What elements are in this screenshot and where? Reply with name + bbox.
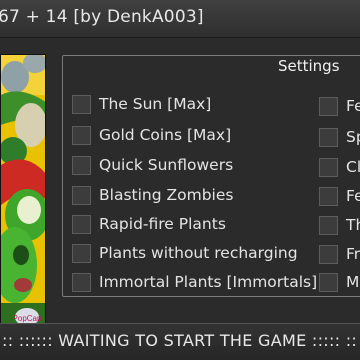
status-text: :: :::::: WAITING TO START THE GAME ::::… bbox=[2, 331, 358, 350]
checkbox[interactable] bbox=[319, 127, 338, 147]
option-immortal-plants[interactable]: Immortal Plants [Immortals] bbox=[72, 270, 317, 294]
checkbox[interactable] bbox=[319, 157, 338, 177]
checkbox[interactable] bbox=[72, 125, 91, 145]
checkbox[interactable] bbox=[72, 214, 91, 234]
option-label: Th bbox=[346, 216, 360, 234]
checkbox[interactable] bbox=[72, 272, 91, 292]
checkbox[interactable] bbox=[72, 243, 91, 263]
game-cover-image: PopCap bbox=[0, 54, 46, 336]
settings-title: Settings bbox=[275, 57, 343, 75]
checkbox[interactable] bbox=[319, 272, 338, 292]
option-quick-sunflowers[interactable]: Quick Sunflowers bbox=[72, 153, 233, 177]
option-right-6[interactable]: Fr bbox=[319, 242, 360, 266]
option-the-sun[interactable]: The Sun [Max] bbox=[72, 92, 211, 116]
option-right-5[interactable]: Th bbox=[319, 213, 360, 237]
option-label: Blasting Zombies bbox=[99, 186, 234, 204]
option-label: Fe bbox=[346, 97, 360, 115]
checkbox[interactable] bbox=[319, 96, 338, 116]
option-label: Immortal Plants [Immortals] bbox=[99, 273, 318, 291]
option-right-2[interactable]: Sp bbox=[319, 125, 360, 149]
status-bar: :: :::::: WAITING TO START THE GAME ::::… bbox=[0, 323, 360, 360]
checkbox[interactable] bbox=[72, 185, 91, 205]
option-label: The Sun [Max] bbox=[99, 95, 212, 113]
option-label: Sp bbox=[346, 128, 360, 146]
popcap-logo: PopCap bbox=[13, 314, 42, 323]
option-label: Fr bbox=[346, 245, 360, 263]
checkbox[interactable] bbox=[72, 155, 91, 175]
option-right-3[interactable]: Cl bbox=[319, 155, 360, 179]
option-rapid-fire-plants[interactable]: Rapid-fire Plants bbox=[72, 212, 226, 236]
option-label: Rapid-fire Plants bbox=[99, 215, 226, 233]
checkbox[interactable] bbox=[319, 215, 338, 235]
option-label: M bbox=[346, 273, 360, 291]
checkbox[interactable] bbox=[319, 244, 338, 264]
game-cover-art: PopCap bbox=[1, 55, 45, 335]
option-blasting-zombies[interactable]: Blasting Zombies bbox=[72, 183, 233, 207]
window-title: 67 + 14 [by DenkA003] bbox=[0, 7, 204, 27]
option-gold-coins[interactable]: Gold Coins [Max] bbox=[72, 123, 231, 147]
option-label: Cl bbox=[346, 158, 360, 176]
option-label: Gold Coins [Max] bbox=[99, 126, 232, 144]
option-right-4[interactable]: Fe bbox=[319, 184, 360, 208]
option-label: Plants without recharging bbox=[99, 244, 298, 262]
title-bar: 67 + 14 [by DenkA003] bbox=[0, 0, 360, 38]
option-right-1[interactable]: Fe bbox=[319, 94, 360, 118]
option-label: Fe bbox=[346, 187, 360, 205]
option-label: Quick Sunflowers bbox=[99, 156, 234, 174]
option-right-7[interactable]: M bbox=[319, 270, 359, 294]
checkbox[interactable] bbox=[72, 94, 91, 114]
checkbox[interactable] bbox=[319, 186, 338, 206]
option-plants-without-recharging[interactable]: Plants without recharging bbox=[72, 241, 298, 265]
